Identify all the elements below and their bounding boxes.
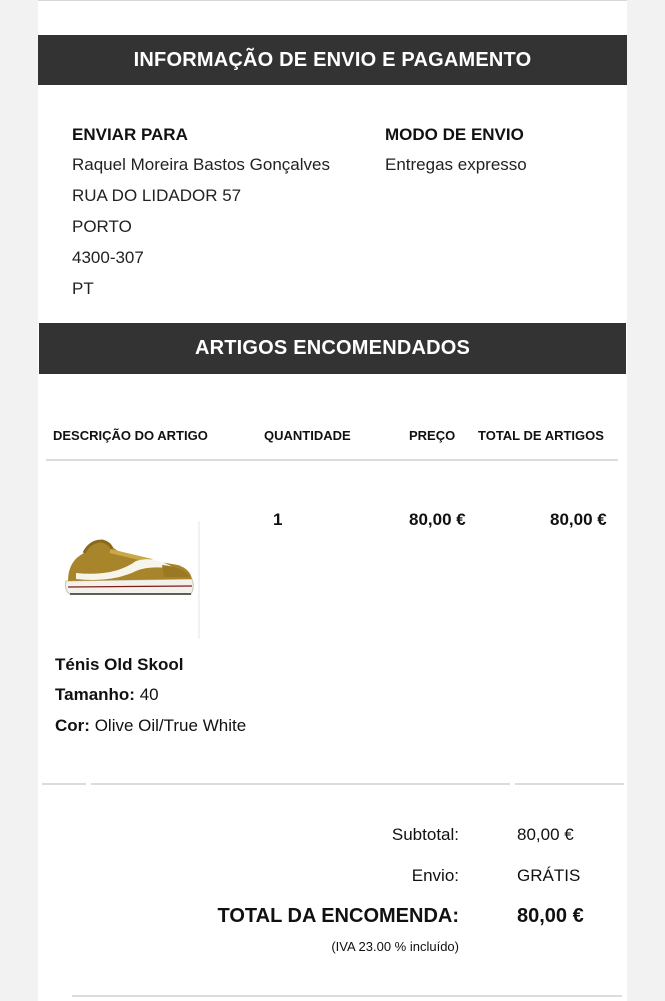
- address-country: PT: [72, 279, 94, 298]
- shipping-cost-label: Envio:: [411, 866, 459, 885]
- table-header-divider: [46, 459, 618, 461]
- row-divider-1: [42, 783, 86, 785]
- column-description: DESCRIÇÃO DO ARTIGO: [53, 428, 208, 443]
- tax-note: (IVA 23.00 % incluído): [331, 939, 459, 954]
- footer-divider: [72, 995, 622, 997]
- subtotal-label: Subtotal:: [391, 825, 459, 844]
- order-email-page: INFORMAÇÃO DE ENVIO E PAGAMENTO ENVIAR P…: [38, 0, 627, 1001]
- item-color-label: Cor:: [55, 716, 90, 735]
- address-name: Raquel Moreira Bastos Gonçalves: [72, 155, 330, 174]
- item-size-label: Tamanho:: [55, 685, 135, 704]
- ship-to-label: ENVIAR PARA: [72, 125, 188, 144]
- shipping-mode-value: Entregas expresso: [385, 155, 527, 174]
- item-name-text: Ténis Old Skool: [55, 655, 184, 674]
- item-color: Cor: Olive Oil/True White: [55, 716, 246, 736]
- row-divider-2: [91, 783, 510, 785]
- item-total: 80,00 €: [550, 510, 607, 529]
- item-size-value: 40: [139, 685, 159, 704]
- item-name: Ténis Old Skool: [55, 655, 183, 675]
- order-total-label: TOTAL DA ENCOMENDA:: [217, 905, 459, 927]
- address-postcode: 4300-307: [72, 248, 144, 267]
- row-divider-3: [515, 783, 624, 785]
- ordered-items-header: ARTIGOS ENCOMENDADOS: [39, 323, 626, 374]
- ordered-items-title: ARTIGOS ENCOMENDADOS: [194, 337, 471, 359]
- item-size: Tamanho: 40: [55, 685, 159, 705]
- sneaker-illustration: [65, 521, 200, 639]
- shipping-payment-title: INFORMAÇÃO DE ENVIO E PAGAMENTO: [133, 48, 532, 71]
- column-price: PREÇO: [409, 428, 456, 443]
- address-city: PORTO: [72, 217, 132, 236]
- column-item-total: TOTAL DE ARTIGOS: [478, 428, 604, 443]
- shipping-cost-value: GRÁTIS: [517, 866, 581, 885]
- shipping-mode-label: MODO DE ENVIO: [385, 125, 524, 144]
- subtotal-value: 80,00 €: [517, 825, 574, 844]
- shipping-payment-header: INFORMAÇÃO DE ENVIO E PAGAMENTO: [38, 35, 627, 85]
- item-price: 80,00 €: [409, 510, 466, 529]
- sneaker-image[interactable]: [54, 521, 204, 639]
- column-quantity: QUANTIDADE: [264, 428, 351, 443]
- ship-to-block: ENVIAR PARA Raquel Moreira Bastos Gonçal…: [72, 125, 330, 310]
- item-quantity: 1: [273, 510, 283, 529]
- shipping-mode-block: MODO DE ENVIO Entregas expresso: [385, 125, 527, 186]
- address-street: RUA DO LIDADOR 57: [72, 186, 242, 205]
- item-color-value: Olive Oil/True White: [94, 716, 247, 735]
- order-total-value: 80,00 €: [517, 905, 584, 927]
